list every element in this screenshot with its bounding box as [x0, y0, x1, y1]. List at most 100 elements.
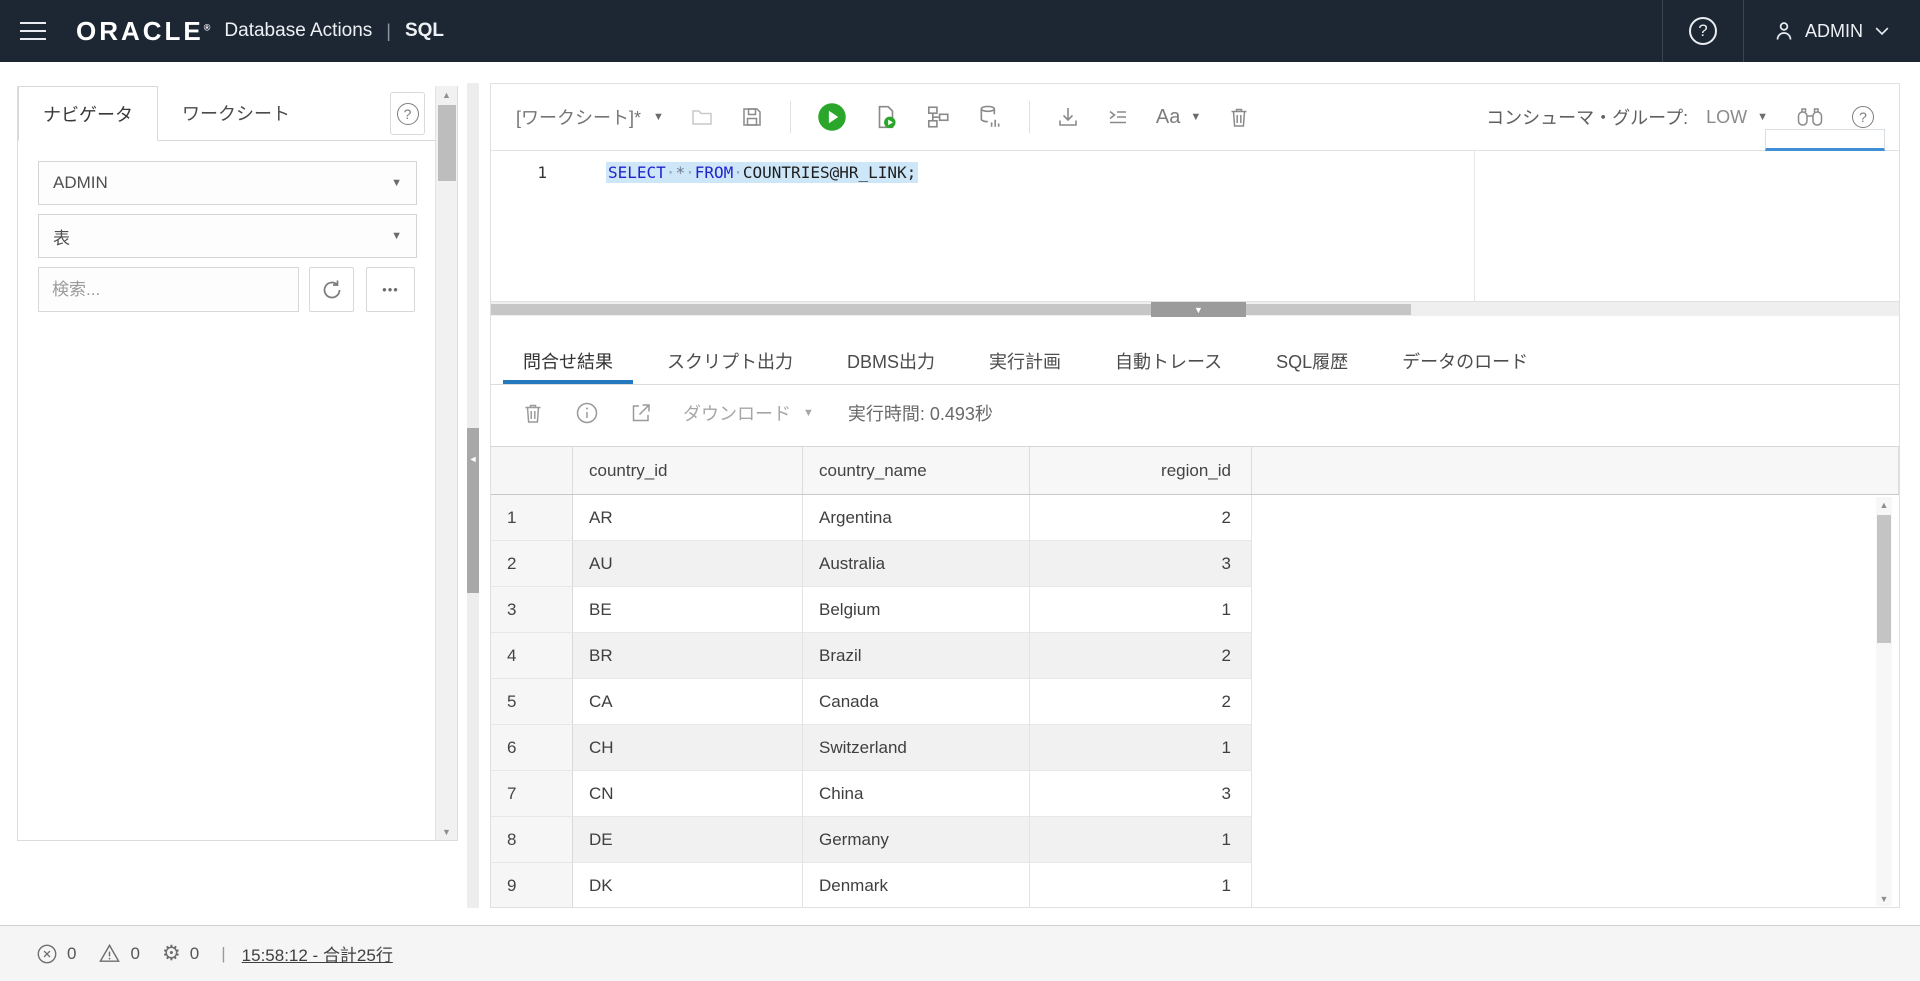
table-cell[interactable]: 2 — [1030, 633, 1252, 679]
result-info-button[interactable] — [575, 401, 599, 425]
table-row[interactable]: 6CHSwitzerland1 — [491, 725, 1899, 771]
clear-results-button[interactable] — [521, 401, 545, 425]
navigator-help-button[interactable]: ? — [390, 92, 425, 135]
help-button[interactable]: ? — [1662, 0, 1744, 62]
table-row[interactable]: 7CNChina3 — [491, 771, 1899, 817]
run-statement-button[interactable] — [817, 102, 847, 132]
explain-plan-button[interactable] — [925, 104, 951, 130]
save-button[interactable] — [740, 105, 764, 129]
open-in-new-button[interactable] — [629, 401, 653, 425]
table-row[interactable]: 2AUAustralia3 — [491, 541, 1899, 587]
clear-worksheet-button[interactable] — [1227, 105, 1251, 129]
text-size-dropdown[interactable]: Aa ▼ — [1156, 106, 1201, 129]
scroll-up-icon[interactable]: ▲ — [436, 86, 457, 103]
tab-worksheet[interactable]: ワークシート — [158, 86, 314, 140]
scroll-up-icon[interactable]: ▲ — [1876, 497, 1892, 512]
table-cell[interactable]: Belgium — [803, 587, 1030, 633]
open-file-button[interactable] — [690, 105, 714, 129]
editor-scroll-indicator[interactable] — [1765, 129, 1885, 151]
table-cell[interactable]: DE — [573, 817, 803, 863]
row-number-cell: 7 — [491, 771, 573, 817]
table-row[interactable]: 8DEGermany1 — [491, 817, 1899, 863]
user-menu[interactable]: ADMIN — [1744, 19, 1920, 43]
schema-select[interactable]: ADMIN ▼ — [38, 161, 417, 205]
results-tab[interactable]: データのロード — [1382, 338, 1548, 384]
table-row[interactable]: 1ARArgentina2 — [491, 495, 1899, 541]
collapse-results-handle[interactable]: ▼ — [1151, 302, 1246, 317]
results-tab[interactable]: DBMS出力 — [827, 338, 955, 384]
table-cell[interactable]: China — [803, 771, 1030, 817]
table-cell[interactable]: Argentina — [803, 495, 1030, 541]
errors-status[interactable]: 0 — [36, 943, 76, 965]
table-cell[interactable]: Canada — [803, 679, 1030, 725]
more-options-button[interactable]: ••• — [366, 267, 415, 312]
scroll-down-icon[interactable]: ▼ — [436, 823, 457, 840]
sql-code-line-wrap[interactable]: SELECT·*·FROM·COUNTRIES@HR_LINK; — [571, 163, 918, 187]
table-cell[interactable]: CH — [573, 725, 803, 771]
tasks-status[interactable]: ⚙ 0 — [162, 943, 199, 964]
table-cell[interactable]: 1 — [1030, 817, 1252, 863]
hamburger-menu-icon[interactable] — [20, 22, 46, 40]
results-tab[interactable]: SQL履歴 — [1256, 338, 1368, 384]
table-cell[interactable]: 3 — [1030, 771, 1252, 817]
grid-scrollbar[interactable]: ▲ ▼ — [1876, 497, 1892, 906]
download-editor-button[interactable] — [1056, 105, 1080, 129]
table-cell[interactable]: DK — [573, 863, 803, 907]
refresh-button[interactable] — [309, 267, 354, 312]
autotrace-button[interactable] — [977, 104, 1003, 130]
object-type-select[interactable]: 表 ▼ — [38, 214, 417, 258]
grid-column-header[interactable]: country_id — [573, 447, 803, 494]
table-cell[interactable]: CA — [573, 679, 803, 725]
scrollbar-thumb[interactable] — [491, 304, 1411, 315]
table-cell[interactable]: Australia — [803, 541, 1030, 587]
collapse-down-icon: ▼ — [1194, 305, 1203, 315]
table-row[interactable]: 9DKDenmark1 — [491, 863, 1899, 907]
grid-column-header[interactable]: country_name — [803, 447, 1030, 494]
table-cell[interactable]: AR — [573, 495, 803, 541]
table-cell[interactable]: 2 — [1030, 679, 1252, 725]
table-cell[interactable]: 1 — [1030, 863, 1252, 907]
scrollbar-thumb[interactable] — [1877, 515, 1891, 643]
table-cell[interactable]: BE — [573, 587, 803, 633]
results-tab[interactable]: スクリプト出力 — [647, 338, 813, 384]
panel-splitter[interactable]: ◄ — [467, 83, 479, 908]
find-button[interactable] — [1796, 106, 1824, 128]
worksheet-help-button[interactable]: ? — [1852, 106, 1874, 128]
table-row[interactable]: 3BEBelgium1 — [491, 587, 1899, 633]
table-cell[interactable]: Brazil — [803, 633, 1030, 679]
table-row[interactable]: 4BRBrazil2 — [491, 633, 1899, 679]
table-row[interactable]: 5CACanada2 — [491, 679, 1899, 725]
table-cell[interactable]: Switzerland — [803, 725, 1030, 771]
results-tab[interactable]: 実行計画 — [969, 338, 1081, 384]
table-cell[interactable]: CN — [573, 771, 803, 817]
caret-down-icon: ▼ — [1190, 111, 1201, 123]
search-input[interactable] — [38, 267, 299, 312]
download-results-dropdown[interactable]: ダウンロード ▼ — [683, 400, 814, 426]
table-cell[interactable]: 3 — [1030, 541, 1252, 587]
scrollbar-thumb[interactable] — [438, 105, 456, 181]
run-script-button[interactable] — [873, 104, 899, 130]
results-tab[interactable]: 自動トレース — [1095, 338, 1242, 384]
table-cell[interactable]: Germany — [803, 817, 1030, 863]
sql-token: · — [685, 163, 695, 182]
scroll-down-icon[interactable]: ▼ — [1876, 891, 1892, 906]
sql-editor[interactable]: 1 SELECT·*·FROM·COUNTRIES@HR_LINK; — [491, 151, 1899, 301]
splitter-grip[interactable]: ◄ — [467, 428, 479, 593]
table-cell[interactable]: Denmark — [803, 863, 1030, 907]
editor-horizontal-scrollbar[interactable]: ▼ — [491, 301, 1899, 316]
table-cell[interactable]: AU — [573, 541, 803, 587]
warnings-status[interactable]: 0 — [98, 942, 139, 965]
table-cell[interactable]: 2 — [1030, 495, 1252, 541]
worksheet-name-dropdown[interactable]: [ワークシート]* ▼ — [516, 104, 664, 130]
table-cell[interactable]: 1 — [1030, 587, 1252, 633]
navigator-scrollbar[interactable]: ▲ ▼ — [435, 86, 457, 840]
consumer-group-select[interactable]: LOW ▼ — [1706, 107, 1768, 128]
save-icon — [740, 105, 764, 129]
table-cell[interactable]: 1 — [1030, 725, 1252, 771]
grid-column-header[interactable]: region_id — [1030, 447, 1252, 494]
format-button[interactable] — [1106, 105, 1130, 129]
tab-navigator[interactable]: ナビゲータ — [18, 86, 158, 141]
table-cell[interactable]: BR — [573, 633, 803, 679]
result-summary-link[interactable]: 15:58:12 - 合計25行 — [242, 941, 393, 966]
results-tab[interactable]: 問合せ結果 — [503, 338, 633, 384]
